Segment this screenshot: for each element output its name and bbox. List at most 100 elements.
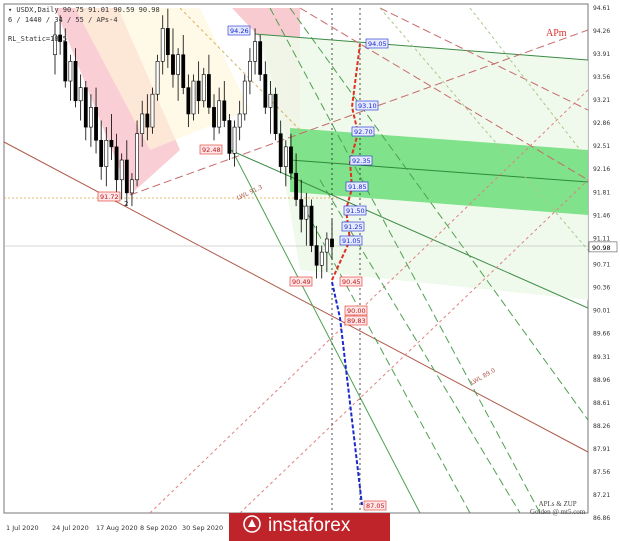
price-tag-blue-text: 91.50 — [346, 207, 365, 215]
candle-body — [232, 126, 237, 154]
candle-body — [258, 41, 263, 75]
y-tick-label: 90.36 — [593, 285, 610, 292]
y-tick-label: 93.91 — [593, 51, 610, 58]
candle-body — [176, 54, 181, 75]
y-tick-label: 92.86 — [593, 120, 610, 127]
candle-body — [304, 205, 309, 220]
candle-body — [160, 28, 165, 62]
candle-body — [181, 54, 186, 88]
y-tick-label: 90.71 — [593, 262, 610, 269]
y-tick-label: 87.91 — [593, 446, 610, 453]
pivot-label: 2 — [124, 200, 128, 208]
candle-body — [206, 74, 211, 108]
chart-subtitle: 6 / 1440 / 34 / 55 / APs-4 — [8, 16, 118, 24]
candle-body — [196, 80, 201, 102]
current-price-label: 90.98 — [592, 244, 611, 252]
apm-badge: APm — [546, 28, 567, 39]
brand-text: instaforex — [268, 515, 351, 536]
candle-body — [299, 199, 304, 220]
candle-body — [201, 74, 206, 102]
price-tag-red-text: 89.83 — [347, 317, 366, 325]
chart-title: ▾ USDX,Daily 90.75 91.01 90.59 90.98 — [8, 6, 160, 14]
candle-body — [114, 146, 119, 181]
candle-body — [165, 28, 170, 56]
candle-body — [109, 139, 114, 148]
price-chart[interactable]: 91.72 92.48 90.49 90.45 90.00 89.83 87.05 94.26… — [0, 0, 620, 541]
candle-body — [171, 54, 175, 75]
price-tag-red-text: 87.05 — [366, 502, 385, 510]
y-tick-label: 94.26 — [593, 28, 610, 35]
candle-body — [248, 61, 252, 82]
y-tick-label: 91.81 — [593, 189, 610, 196]
y-tick-label: 93.21 — [593, 97, 610, 104]
y-tick-label: 88.26 — [593, 423, 610, 430]
candle-body — [309, 205, 314, 246]
candle-body — [155, 61, 160, 95]
candle-body — [186, 87, 191, 115]
y-axis: 94.61 94.26 93.91 93.56 93.21 92.86 92.51 92.16… — [588, 5, 618, 522]
y-tick-label: 89.66 — [593, 331, 610, 338]
candle-body — [263, 74, 268, 108]
y-tick-label: 87.56 — [593, 469, 610, 476]
candle-body — [145, 113, 150, 128]
price-tag-blue-text: 91.85 — [348, 183, 367, 191]
candle-body — [283, 146, 288, 167]
x-axis: 1 Jul 2020 24 Jul 2020 17 Aug 2020 8 Sep 20… — [6, 524, 223, 532]
candle-body — [289, 146, 293, 174]
candle-body — [222, 100, 227, 121]
price-tag-red-text: 90.00 — [347, 307, 366, 315]
candle-body — [130, 179, 134, 194]
y-tick-label: 88.61 — [593, 400, 610, 407]
y-tick-label: 91.11 — [593, 235, 610, 242]
price-tag-blue-text: 92.70 — [354, 128, 373, 136]
candle-body — [94, 107, 98, 141]
y-tick-label: 92.51 — [593, 143, 610, 150]
x-tick-label: 17 Aug 2020 — [96, 524, 138, 532]
price-tag-red-text: 90.45 — [342, 278, 361, 286]
y-tick-label: 94.61 — [593, 5, 610, 12]
y-tick-label: 89.31 — [593, 354, 610, 361]
chart-frame: 91.72 92.48 90.49 90.45 90.00 89.83 87.05 94.26… — [0, 0, 620, 541]
candle-body — [273, 93, 278, 134]
candle-body — [268, 93, 273, 108]
y-tick-label: 86.86 — [593, 515, 610, 522]
candle-body — [73, 61, 78, 102]
y-tick-label: 88.96 — [593, 377, 610, 384]
y-tick-label: 90.01 — [593, 308, 610, 315]
price-tag-red-text: 90.49 — [292, 278, 311, 286]
candle-body — [135, 133, 139, 181]
price-tag-red-text: 91.72 — [100, 193, 119, 201]
candle-body — [212, 107, 216, 128]
apls-credit: APLs & ZUP Golden @ mt5.com — [530, 500, 585, 516]
price-tag-blue-text: 94.05 — [368, 40, 387, 48]
candle-body — [83, 87, 88, 128]
price-tag-blue-text: 91.05 — [342, 237, 361, 245]
y-tick-label: 87.21 — [593, 492, 610, 499]
candle-body — [278, 133, 283, 167]
candle-body — [242, 80, 247, 115]
candle-body — [191, 80, 196, 115]
candle-body — [68, 61, 73, 82]
y-tick-label: 93.56 — [593, 74, 610, 81]
price-tag-blue-text: 93.10 — [358, 102, 377, 110]
x-tick-label: 8 Sep 2020 — [140, 524, 177, 532]
candle-body — [119, 159, 124, 181]
y-tick-label: 92.16 — [593, 166, 610, 173]
candle-body — [124, 159, 129, 194]
x-tick-label: 30 Sep 2020 — [182, 524, 223, 532]
price-tag-blue-text: 91.25 — [344, 223, 363, 231]
x-tick-label: 24 Jul 2020 — [52, 524, 89, 532]
candle-body — [140, 113, 145, 134]
candle-body — [63, 41, 68, 82]
candle-body — [104, 139, 109, 167]
candle-body — [253, 41, 257, 62]
apls-line-1: APLs & ZUP — [538, 500, 577, 508]
price-tag-blue-text: 94.26 — [230, 27, 249, 35]
price-tag-blue-text: 92.35 — [352, 157, 371, 165]
candle-body — [319, 251, 324, 266]
candle-body — [78, 87, 83, 102]
candle-body — [150, 93, 155, 128]
price-tag-red-text: 92.48 — [202, 146, 221, 154]
candle-body — [314, 245, 319, 266]
candle-body — [89, 107, 93, 128]
